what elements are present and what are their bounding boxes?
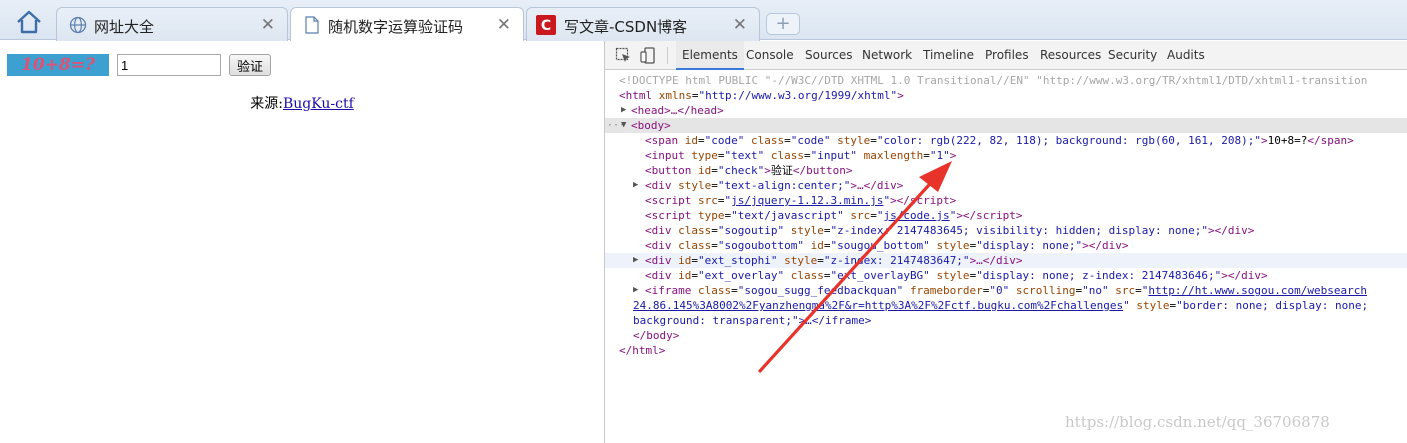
dom-line[interactable]: <script src="js/jquery-1.12.3.min.js"></… (645, 193, 1407, 208)
tab-captcha[interactable]: 随机数字运算验证码 ✕ (290, 7, 524, 41)
inspect-icon[interactable] (615, 47, 632, 64)
tab-nav-sites[interactable]: 网址大全 ✕ (56, 7, 288, 41)
close-icon[interactable]: ✕ (261, 15, 275, 35)
tab-sources[interactable]: Sources (805, 41, 852, 70)
dom-line[interactable]: background: transparent;">…</iframe> (633, 313, 1407, 328)
dom-line[interactable]: <span id="code" class="code" style="colo… (645, 133, 1407, 148)
dom-line[interactable]: <!DOCTYPE html PUBLIC "-//W3C//DTD XHTML… (619, 73, 1407, 88)
page-content: 10+8=? 验证 来源:BugKu-ctf (0, 41, 604, 443)
watermark: https://blog.csdn.net/qq_36706878 (1065, 413, 1330, 431)
tab-audits[interactable]: Audits (1167, 41, 1205, 70)
tab-profiles[interactable]: Profiles (985, 41, 1029, 70)
dom-line[interactable]: <button id="check">验证</button> (645, 163, 1407, 178)
tab-csdn[interactable]: C 写文章-CSDN博客 ✕ (526, 7, 760, 41)
dom-line[interactable]: 24.86.145%3A8002%2Fyanzhengma%2F&r=http%… (633, 298, 1407, 313)
dom-line[interactable]: ▶ <head>…</head> (619, 103, 1407, 118)
tab-resources[interactable]: Resources (1040, 41, 1101, 70)
home-icon[interactable] (14, 10, 44, 34)
tab-timeline[interactable]: Timeline (923, 41, 974, 70)
source-prefix: 来源: (250, 96, 283, 112)
captcha-input[interactable] (117, 54, 221, 76)
dom-line[interactable]: <div class="sogoubottom" id="sougou_bott… (645, 238, 1407, 253)
devtools-panel: Elements Console Sources Network Timelin… (605, 41, 1407, 443)
new-tab-button[interactable]: + (766, 13, 800, 35)
tab-label: 随机数字运算验证码 (328, 18, 464, 36)
dom-line[interactable]: <input type="text" class="input" maxleng… (645, 148, 1407, 163)
tab-strip: 网址大全 ✕ 随机数字运算验证码 ✕ C 写文章-CSDN博客 ✕ + (0, 0, 1407, 41)
verify-button[interactable]: 验证 (229, 54, 271, 76)
dom-line-selected[interactable]: ··· ▼ <body> (605, 118, 1407, 133)
dom-line[interactable]: ▶ <div style="text-align:center;">…</div> (633, 178, 1407, 193)
dom-line[interactable]: </body> (633, 328, 1407, 343)
svg-text:C: C (541, 18, 551, 34)
tab-label: 网址大全 (94, 18, 155, 36)
page-icon (303, 16, 321, 34)
dom-line[interactable]: <script type="text/javascript" src="js/c… (645, 208, 1407, 223)
device-mode-icon[interactable] (640, 47, 657, 64)
source-link[interactable]: BugKu-ctf (283, 96, 354, 112)
captcha-code: 10+8=? (7, 54, 109, 76)
devtools-toolbar: Elements Console Sources Network Timelin… (605, 41, 1407, 70)
dom-line[interactable]: ▶ <iframe class="sogou_sugg_feedbackquan"… (633, 283, 1407, 298)
dom-line-hovered[interactable]: ▶ <div id="ext_stophi" style="z-index: 21… (605, 253, 1407, 268)
globe-icon (69, 16, 87, 34)
tab-security[interactable]: Security (1108, 41, 1157, 70)
dom-tree: <!DOCTYPE html PUBLIC "-//W3C//DTD XHTML… (605, 71, 1407, 443)
dom-line[interactable]: <html xmlns="http://www.w3.org/1999/xhtm… (619, 88, 1407, 103)
dom-line[interactable]: <div id="ext_overlay" class="ext_overlay… (645, 268, 1407, 283)
dom-line[interactable]: </html> (619, 343, 1407, 358)
tab-label: 写文章-CSDN博客 (564, 18, 688, 36)
toolbar-separator (667, 47, 668, 64)
csdn-icon: C (536, 15, 556, 35)
tab-console[interactable]: Console (746, 41, 794, 70)
close-icon[interactable]: ✕ (497, 15, 511, 35)
tab-network[interactable]: Network (862, 41, 912, 70)
close-icon[interactable]: ✕ (733, 15, 747, 35)
tab-elements[interactable]: Elements (676, 41, 744, 70)
source-line: 来源:BugKu-ctf (0, 93, 604, 113)
dom-line[interactable]: <div class="sogoutip" style="z-index: 21… (645, 223, 1407, 238)
